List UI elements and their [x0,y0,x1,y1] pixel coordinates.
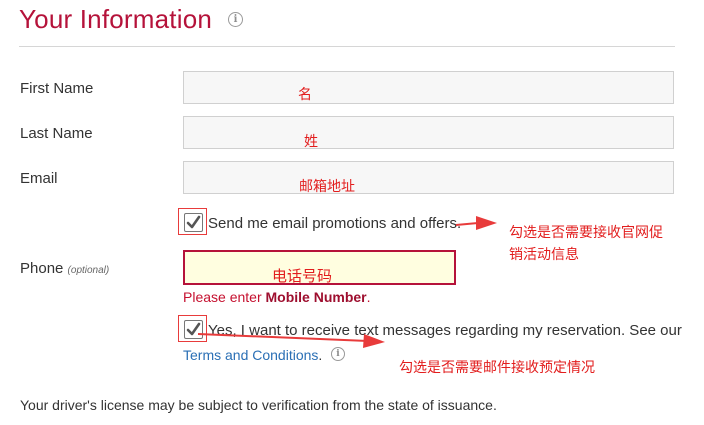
phone-error-prefix: Please enter [183,289,266,305]
text-opt-label[interactable]: Yes, I want to receive text messages reg… [208,322,682,339]
email-promo-annotation-line2: 销活动信息 [509,247,579,263]
terms-link[interactable]: Terms and Conditions [183,347,318,363]
email-promo-label[interactable]: Send me email promotions and offers. [208,215,461,232]
phone-label-text: Phone [20,260,64,277]
license-note: Your driver's license may be subject to … [20,397,497,413]
terms-line: Terms and Conditions. [183,347,322,365]
annotation-arrows [197,216,497,348]
page-title: Your Information [19,4,213,34]
phone-error-suffix: . [366,289,371,305]
email-promo-annotation-line1: 勾选是否需要接收官网促 [509,225,663,241]
email-promo-checkbox[interactable] [184,213,203,232]
terms-period: . [318,347,323,363]
phone-label: Phone (optional) [20,260,109,277]
terms-info-icon[interactable]: i [331,347,345,361]
email-field[interactable] [183,161,674,194]
last-name-field[interactable] [183,116,674,149]
first-name-label: First Name [20,80,94,97]
first-name-field[interactable] [183,71,674,104]
phone-optional-text: (optional) [67,265,110,276]
email-annotation: 邮箱地址 [299,179,355,195]
email-promo-arrow [455,216,497,230]
last-name-label: Last Name [20,125,93,142]
email-label: Email [20,170,58,187]
phone-annotation: 电话号码 [272,267,333,285]
first-name-annotation: 名 [298,87,312,103]
info-icon[interactable]: i [228,12,243,27]
text-opt-checkbox[interactable] [184,320,203,339]
phone-error-message: Please enter Mobile Number. [183,289,371,305]
checkmark-icon [186,215,201,229]
phone-error-bold: Mobile Number [265,289,367,305]
header-divider [19,46,675,47]
last-name-annotation: 姓 [304,134,318,150]
text-opt-annotation: 勾选是否需要邮件接收预定情况 [399,360,595,376]
checkmark-icon [186,322,201,336]
